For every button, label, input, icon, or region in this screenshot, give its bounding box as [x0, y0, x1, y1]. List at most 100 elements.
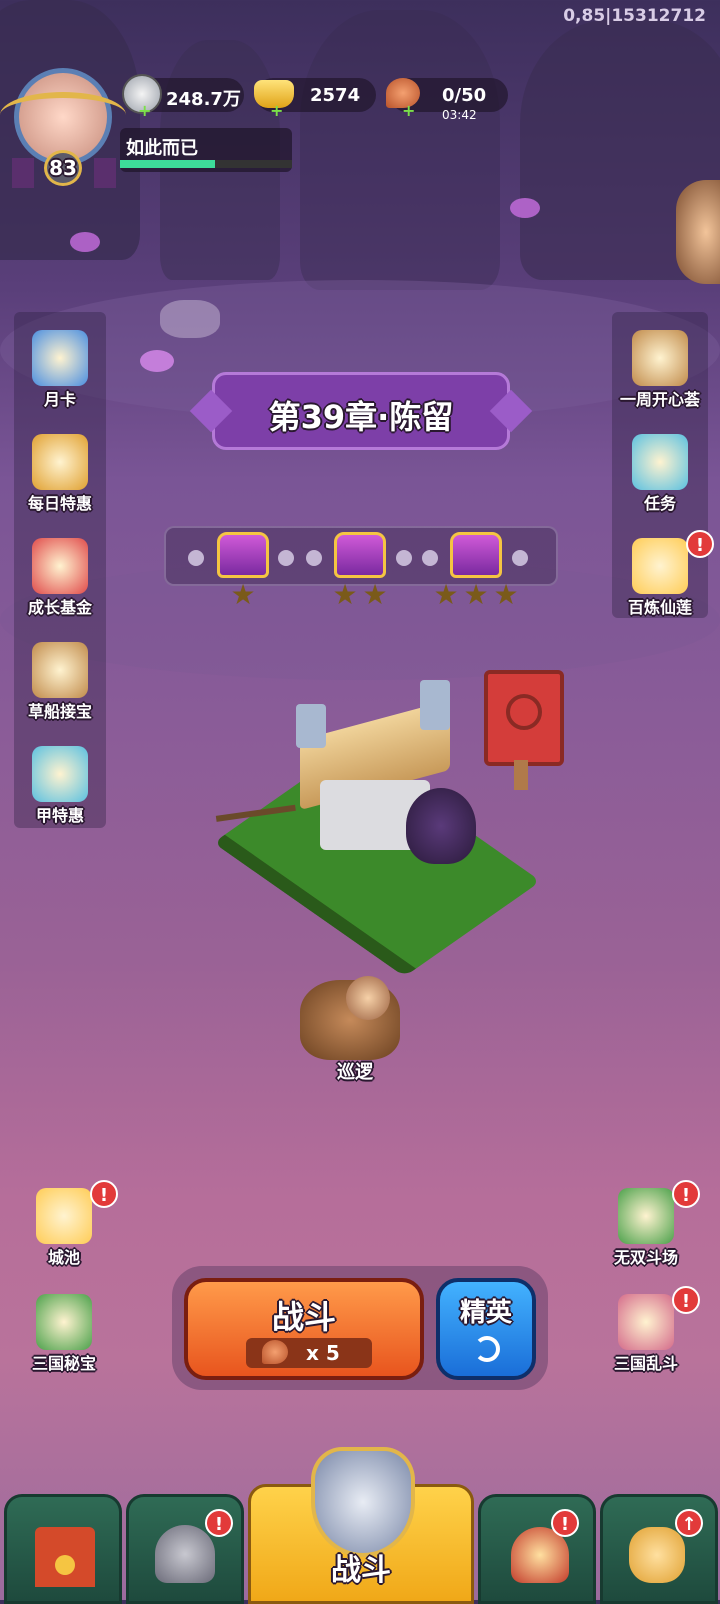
- alert-badge: !: [686, 530, 714, 558]
- menu-item-brawl[interactable]: 三国乱斗!: [600, 1286, 700, 1382]
- menu-item-label: 草船接宝: [27, 702, 92, 721]
- alert-badge: !: [672, 1180, 700, 1208]
- menu-item-label: 三国乱斗: [613, 1354, 678, 1373]
- menu-item-label: 三国秘宝: [31, 1354, 96, 1373]
- battle-cost: x 5: [246, 1338, 372, 1368]
- city-icon: [36, 1188, 92, 1244]
- month-card-icon: [32, 330, 88, 386]
- silver-add-icon[interactable]: +: [138, 103, 152, 119]
- nav-upgrade-alert: ↑: [675, 1509, 703, 1537]
- patrol-hero[interactable]: 巡逻: [300, 976, 410, 1086]
- star-icon: ★: [463, 578, 489, 611]
- gold-counter[interactable]: + 2574: [254, 78, 376, 119]
- nav-tab-shop[interactable]: [4, 1494, 122, 1604]
- elite-button[interactable]: 精英: [436, 1278, 536, 1380]
- enemy-banner-icon: [470, 660, 570, 790]
- menu-item-weekly-event[interactable]: 一周开心荟: [614, 326, 706, 418]
- nav-tab-battle[interactable]: 战斗: [248, 1447, 474, 1604]
- menu-item-label: 甲特惠: [35, 806, 84, 825]
- menu-item-daily-deal[interactable]: 每日特惠: [14, 430, 106, 522]
- player-avatar[interactable]: 83: [0, 62, 126, 192]
- player-level: 83: [44, 150, 82, 186]
- menu-item-label: 成长基金: [27, 598, 92, 617]
- menu-item-label: 城池: [47, 1248, 80, 1267]
- growth-fund-icon: [32, 538, 88, 594]
- gold-value: 2574: [310, 85, 361, 106]
- stamina-counter[interactable]: + 0/50 03:42: [386, 78, 508, 122]
- nav-tab-heroes[interactable]: !: [126, 1494, 244, 1604]
- gold-add-icon[interactable]: +: [270, 103, 284, 119]
- fist-upgrade-icon: [629, 1527, 685, 1583]
- stamina-value: 0/50: [442, 85, 487, 106]
- stamina-add-icon[interactable]: +: [402, 103, 416, 119]
- quest-scroll-icon: [632, 434, 688, 490]
- menu-item-arena[interactable]: 无双斗场!: [600, 1180, 700, 1276]
- menu-item-lotus-event[interactable]: 百炼仙莲!: [614, 530, 714, 626]
- patrol-label: 巡逻: [337, 1062, 373, 1083]
- menu-item-growth-fund[interactable]: 成长基金: [14, 534, 106, 626]
- xp-bar-track: [120, 160, 292, 168]
- menu-item-month-card[interactable]: 月卡: [14, 326, 106, 418]
- player-name: 如此而已: [126, 138, 198, 159]
- progress-dot: [306, 550, 322, 566]
- silver-counter[interactable]: + 248.7万: [122, 74, 244, 119]
- menu-item-city[interactable]: 城池!: [18, 1180, 118, 1276]
- meat-cost-icon: [262, 1340, 288, 1364]
- player-name-bar: 如此而已: [120, 128, 292, 172]
- reward-chest-icon[interactable]: [217, 532, 269, 578]
- battle-label: 战斗: [271, 1298, 336, 1336]
- star-icon: ★: [230, 578, 256, 611]
- crow-monster-icon: [406, 788, 476, 864]
- refresh-icon: [474, 1336, 500, 1362]
- nav-rewards-alert: !: [551, 1509, 579, 1537]
- menu-item-straw-boat[interactable]: 草船接宝: [14, 638, 106, 730]
- battle-cost-value: x 5: [306, 1341, 340, 1365]
- progress-dot: [396, 550, 412, 566]
- reward-chest-icon[interactable]: [450, 532, 502, 578]
- nav-heroes-alert: !: [205, 1509, 233, 1537]
- menu-item-label: 百炼仙莲: [627, 598, 692, 617]
- broken-sign-icon: [215, 804, 305, 882]
- star-icon: ★: [433, 578, 459, 611]
- silver-value: 248.7万: [166, 89, 241, 110]
- alert-badge: !: [672, 1286, 700, 1314]
- progress-dot: [512, 550, 528, 566]
- gate-building-icon: [35, 1527, 95, 1587]
- menu-item-label: 月卡: [43, 390, 76, 409]
- battle-button[interactable]: 战斗 x 5: [184, 1278, 424, 1380]
- menu-item-quest-scroll[interactable]: 任务: [614, 430, 706, 522]
- elite-label: 精英: [459, 1298, 512, 1328]
- helmet-icon: [155, 1525, 215, 1583]
- star-icon: ★: [362, 578, 388, 611]
- star-icon: ★: [332, 578, 358, 611]
- star-icon: ★: [493, 578, 519, 611]
- nav-tab-rewards[interactable]: !: [478, 1494, 596, 1604]
- menu-item-label: 无双斗场: [613, 1248, 678, 1267]
- secret-treasure-icon: [36, 1294, 92, 1350]
- menu-item-label: 任务: [643, 494, 676, 513]
- brawl-icon: [618, 1294, 674, 1350]
- nav-tab-upgrade[interactable]: ↑: [600, 1494, 718, 1604]
- weekly-event-icon: [632, 330, 688, 386]
- crossed-swords-shield-icon: [311, 1447, 415, 1557]
- npc-portrait-icon[interactable]: [676, 180, 720, 284]
- xp-bar-fill: [120, 160, 215, 168]
- menu-item-label: 每日特惠: [27, 494, 92, 513]
- straw-boat-icon: [32, 642, 88, 698]
- nav-battle-label: 战斗: [331, 1553, 391, 1588]
- chapter-banner[interactable]: 第39章·陈留: [189, 372, 533, 450]
- armor-deal-icon: [32, 746, 88, 802]
- menu-item-armor-deal[interactable]: 甲特惠: [14, 742, 106, 834]
- chapter-title: 第39章·陈留: [268, 398, 454, 436]
- arena-icon: [618, 1188, 674, 1244]
- debug-info: 0,85|15312712: [563, 6, 706, 26]
- daily-deal-icon: [32, 434, 88, 490]
- menu-item-secret-treasure[interactable]: 三国秘宝: [18, 1290, 110, 1382]
- alert-badge: !: [90, 1180, 118, 1208]
- reward-chest-icon[interactable]: [334, 532, 386, 578]
- menu-item-label: 一周开心荟: [619, 390, 700, 409]
- progress-dot: [422, 550, 438, 566]
- avatar-wings-icon: [0, 92, 126, 138]
- lotus-event-icon: [632, 538, 688, 594]
- stamina-timer: 03:42: [442, 108, 477, 122]
